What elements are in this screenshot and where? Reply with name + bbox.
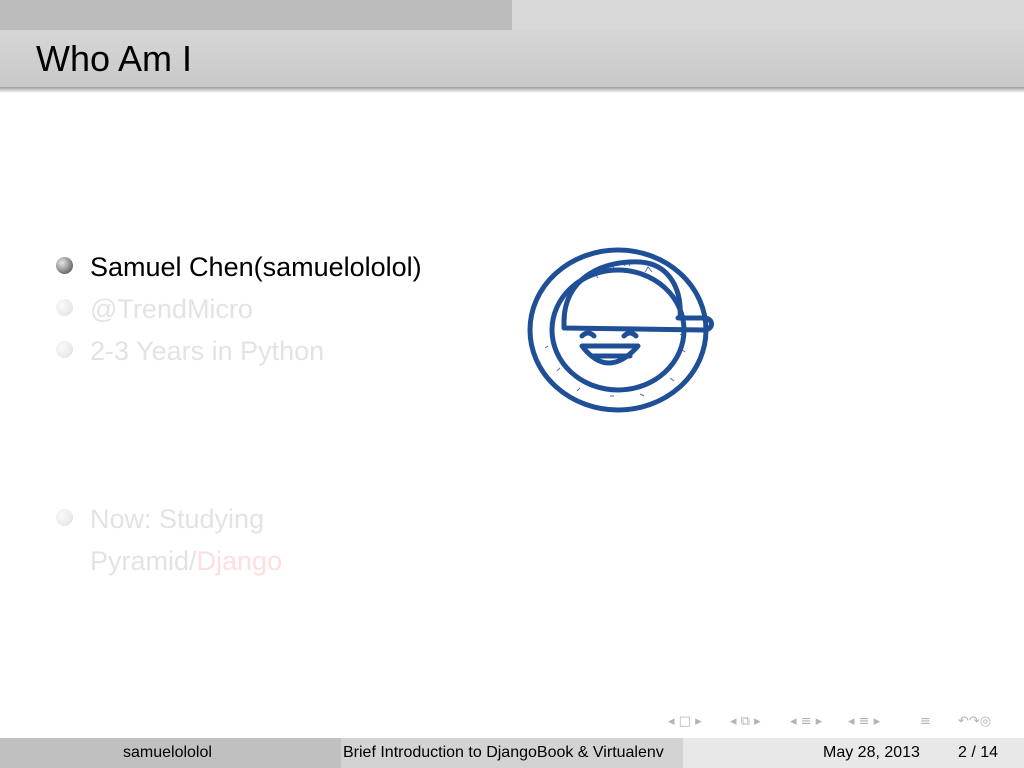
footer-talk-title: Brief Introduction to DjangoBook & Virtu… — [343, 744, 664, 761]
title-bar-shadow — [0, 87, 1024, 93]
header-strip-left — [0, 0, 512, 30]
footer-page-number: 2 / 14 — [958, 744, 999, 761]
bullet-hidden-placeholder — [56, 414, 496, 456]
bullet-item-experience: 2-3 Years in Python — [56, 330, 496, 372]
bullet-ball-icon — [56, 299, 73, 316]
footer-bar: samuelololol Brief Introduction to Djang… — [0, 738, 1024, 768]
bullet-ball-icon — [56, 341, 73, 358]
bullet-list: Samuel Chen(samuelololol) @TrendMicro 2-… — [56, 246, 496, 582]
header-strip — [0, 0, 1024, 30]
nav-presentation-icon[interactable]: ◂ ≡ ▸ — [848, 714, 880, 729]
bullet-text: @TrendMicro — [90, 294, 253, 324]
footer-title-box: Brief Introduction to DjangoBook & Virtu… — [341, 738, 683, 768]
bullet-ball-icon — [56, 257, 73, 274]
bullet-item-name: Samuel Chen(samuelololol) — [56, 246, 496, 288]
footer-author: samuelololol — [123, 744, 212, 761]
nav-section-icon[interactable]: ◂ ≡ ▸ — [790, 714, 822, 729]
nav-search-undo-icon[interactable]: ↶↷◎ — [958, 714, 991, 729]
slide-title: Who Am I — [36, 38, 193, 79]
beamer-navigation-icons[interactable]: ◂ □ ▸ ◂ ⧉ ▸ ◂ ≡ ▸ ◂ ≡ ▸ ≡ ↶↷◎ — [664, 712, 1024, 734]
bullet-text: Now: Studying — [90, 504, 265, 534]
header-strip-right — [512, 0, 1024, 30]
nav-frame-prev-icon[interactable]: ◂ □ ▸ — [668, 714, 702, 729]
bullet-item-employer: @TrendMicro — [56, 288, 496, 330]
footer-date: May 28, 2013 — [823, 744, 920, 761]
bullet-hidden-placeholder — [56, 372, 496, 414]
bullet-text-prefix: Pyramid/ — [90, 546, 197, 576]
bullet-text: 2-3 Years in Python — [90, 336, 325, 366]
bullet-text: Samuel Chen(samuelololol) — [90, 252, 422, 282]
footer-author-box: samuelololol — [0, 738, 341, 768]
bullet-ball-icon — [56, 509, 73, 526]
bullet-item-now: Now: Studying Pyramid/Django — [56, 498, 496, 582]
avatar-doodle-icon — [527, 247, 714, 413]
footer-date-box: May 28, 2013 2 / 14 — [683, 738, 1024, 768]
nav-subsection-icon[interactable]: ◂ ⧉ ▸ — [730, 714, 761, 729]
bullet-hidden-placeholder — [56, 456, 496, 498]
bullet-text-accent: Django — [196, 546, 283, 576]
nav-toc-icon[interactable]: ≡ — [920, 714, 931, 729]
